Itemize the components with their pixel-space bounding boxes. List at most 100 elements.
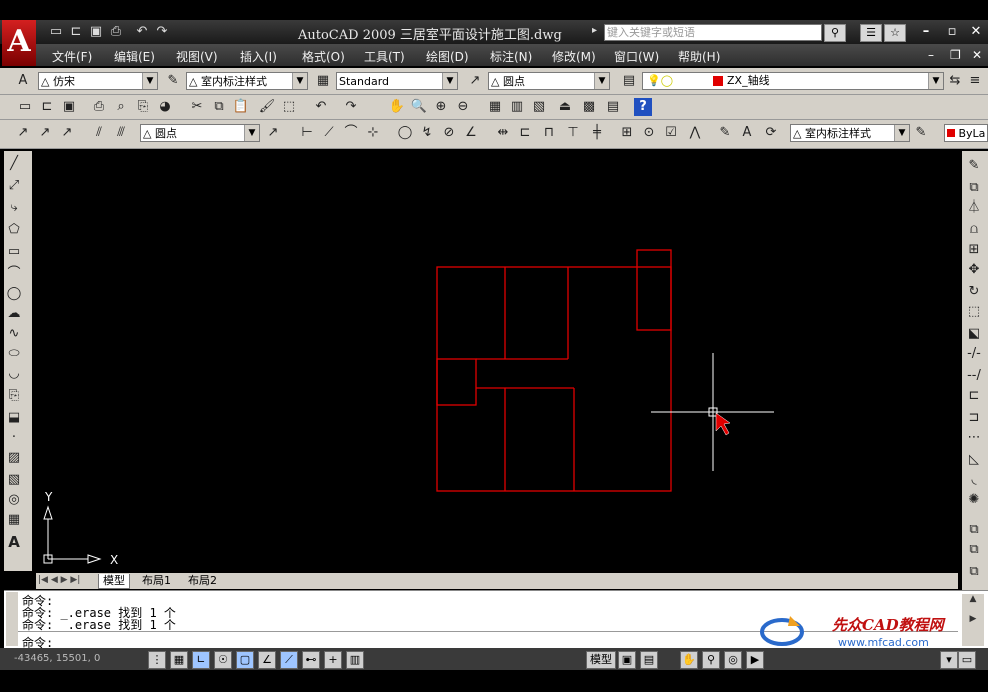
dim-update-icon[interactable]: ⟳: [762, 124, 780, 142]
pan-status-icon[interactable]: ✋: [680, 651, 698, 669]
join-icon[interactable]: ⋯: [964, 428, 984, 448]
dynamic-input-icon[interactable]: ⊷: [302, 651, 320, 669]
baseline-icon[interactable]: ⊏: [516, 124, 534, 142]
table-style-icon[interactable]: ▦: [314, 72, 332, 90]
snap-mode-icon[interactable]: ⋮: [148, 651, 166, 669]
coordinate-readout[interactable]: -43465, 15501, 0: [14, 653, 100, 664]
quick-dim-icon[interactable]: ⇹: [494, 124, 512, 142]
diameter-icon[interactable]: ⊘: [440, 124, 458, 142]
dim-style-icon[interactable]: ✎: [164, 72, 182, 90]
object-snap-tracking-icon[interactable]: ∠: [258, 651, 276, 669]
menu-dimension[interactable]: 标注(N): [490, 48, 532, 65]
plot-icon[interactable]: ⎙: [90, 98, 108, 116]
break-at-point-icon[interactable]: ⊏: [964, 386, 984, 406]
open-icon[interactable]: ⊏: [38, 98, 56, 116]
tab-nav-arrows-icon[interactable]: |◀ ◀ ▶ ▶|: [38, 575, 80, 585]
align-leaders-icon[interactable]: ⫽: [90, 124, 108, 142]
leader-style-select[interactable]: △ 圆点 ▼: [140, 124, 260, 142]
radius-icon[interactable]: ◯: [396, 124, 414, 142]
ordinate-icon[interactable]: ⊹: [364, 124, 382, 142]
leader-icon[interactable]: ↗: [14, 124, 32, 142]
dim-space-icon[interactable]: ⊤: [564, 124, 582, 142]
copy-object-icon[interactable]: ⧉: [964, 178, 984, 198]
polyline-icon[interactable]: ⤷: [4, 198, 24, 218]
draworder-back-icon[interactable]: ⧉: [964, 540, 984, 560]
mirror-icon[interactable]: ⏃: [964, 198, 984, 218]
dim-style-select-2[interactable]: △ 室内标注样式 ▼: [790, 124, 910, 142]
help-search-input[interactable]: 键入关键字或短语: [604, 24, 822, 41]
drawing-canvas[interactable]: [36, 151, 958, 573]
doc-minimize-icon[interactable]: –: [928, 48, 934, 62]
favorites-star-icon[interactable]: ☆: [884, 24, 906, 42]
doc-close-icon[interactable]: ✕: [972, 48, 982, 62]
search-icon[interactable]: ⚲: [824, 24, 846, 42]
region-icon[interactable]: ◎: [4, 490, 24, 510]
offset-icon[interactable]: ⩍: [964, 220, 984, 240]
quickcalc-icon[interactable]: ▤: [604, 98, 622, 116]
showmotion-icon[interactable]: ▶: [746, 651, 764, 669]
dim-style-select[interactable]: △ 室内标注样式 ▼: [186, 72, 308, 90]
menu-help[interactable]: 帮助(H): [678, 48, 720, 65]
dim-style-manager-icon[interactable]: ✎: [912, 124, 930, 142]
multileader-style-select[interactable]: △ 圆点 ▼: [488, 72, 610, 90]
help-icon[interactable]: ?: [634, 98, 652, 116]
collect-leaders-icon[interactable]: ⫻: [112, 124, 130, 142]
tab-layout1[interactable]: 布局1: [138, 574, 175, 588]
insert-block-icon[interactable]: ⎘: [4, 386, 24, 406]
inspection-icon[interactable]: ☑: [662, 124, 680, 142]
remove-leader-icon[interactable]: ↗: [58, 124, 76, 142]
menu-view[interactable]: 视图(V): [176, 48, 218, 65]
break-icon[interactable]: ⊐: [964, 408, 984, 428]
status-menu-icon[interactable]: ▾: [940, 651, 958, 669]
stretch-icon[interactable]: ⬕: [964, 324, 984, 344]
redo-toolbar-icon[interactable]: ↷: [342, 98, 360, 116]
ellipse-arc-icon[interactable]: ◡: [4, 364, 24, 384]
multileader-style-icon[interactable]: ↗: [466, 72, 484, 90]
dim-break-icon[interactable]: ╪: [588, 124, 606, 142]
hatch-icon[interactable]: ▨: [4, 448, 24, 468]
draworder-front-icon[interactable]: ⧉: [964, 520, 984, 540]
menu-modify[interactable]: 修改(M): [552, 48, 596, 65]
line-icon[interactable]: ╱: [4, 154, 24, 174]
zoom-realtime-icon[interactable]: 🔍: [410, 98, 428, 116]
trim-icon[interactable]: -/-: [964, 344, 984, 364]
close-window-icon[interactable]: ✕: [966, 24, 986, 40]
fillet-icon[interactable]: ◟: [964, 470, 984, 490]
multiline-text-icon[interactable]: A: [4, 532, 24, 552]
save-toolbar-icon[interactable]: ▣: [60, 98, 78, 116]
menu-tools[interactable]: 工具(T): [364, 48, 405, 65]
chamfer-icon[interactable]: ◺: [964, 450, 984, 470]
construction-line-icon[interactable]: ⤢: [4, 176, 24, 196]
add-leader-icon[interactable]: ↗: [36, 124, 54, 142]
paste-icon[interactable]: 📋: [232, 98, 250, 116]
minimize-window-icon[interactable]: –: [916, 24, 936, 40]
rectangle-icon[interactable]: ▭: [4, 242, 24, 262]
polar-tracking-icon[interactable]: ☉: [214, 651, 232, 669]
cut-icon[interactable]: ✂: [188, 98, 206, 116]
lineweight-icon[interactable]: +: [324, 651, 342, 669]
qnew-icon[interactable]: ▭: [16, 98, 34, 116]
design-center-icon[interactable]: ▥: [508, 98, 526, 116]
undo-icon[interactable]: ↶: [134, 24, 150, 40]
markup-icon[interactable]: ▩: [580, 98, 598, 116]
tool-palettes-icon[interactable]: ▧: [530, 98, 548, 116]
zoom-previous-icon[interactable]: ⊖: [454, 98, 472, 116]
dynamic-ucs-icon[interactable]: ⟋: [280, 651, 298, 669]
clean-screen-icon[interactable]: ▭: [958, 651, 976, 669]
point-icon[interactable]: ·: [4, 428, 24, 448]
explode-icon[interactable]: ✺: [964, 490, 984, 510]
continue-icon[interactable]: ⊓: [540, 124, 558, 142]
leader-style-icon[interactable]: ↗: [264, 124, 282, 142]
spline-icon[interactable]: ∿: [4, 324, 24, 344]
command-grip[interactable]: [6, 592, 18, 646]
pan-icon[interactable]: ✋: [388, 98, 406, 116]
layer-states-icon[interactable]: ≡: [966, 72, 984, 90]
extend-icon[interactable]: --/: [964, 366, 984, 386]
plot-preview-icon[interactable]: ⌕: [112, 98, 130, 116]
autocad-logo-button[interactable]: A: [2, 20, 36, 66]
print-icon[interactable]: ⎙: [108, 24, 124, 40]
command-scrollbar[interactable]: ▲ ▶: [962, 594, 984, 646]
save-icon[interactable]: ▣: [88, 24, 104, 40]
layer-previous-icon[interactable]: ⇆: [946, 72, 964, 90]
table-style-select[interactable]: Standard ▼: [336, 72, 458, 90]
